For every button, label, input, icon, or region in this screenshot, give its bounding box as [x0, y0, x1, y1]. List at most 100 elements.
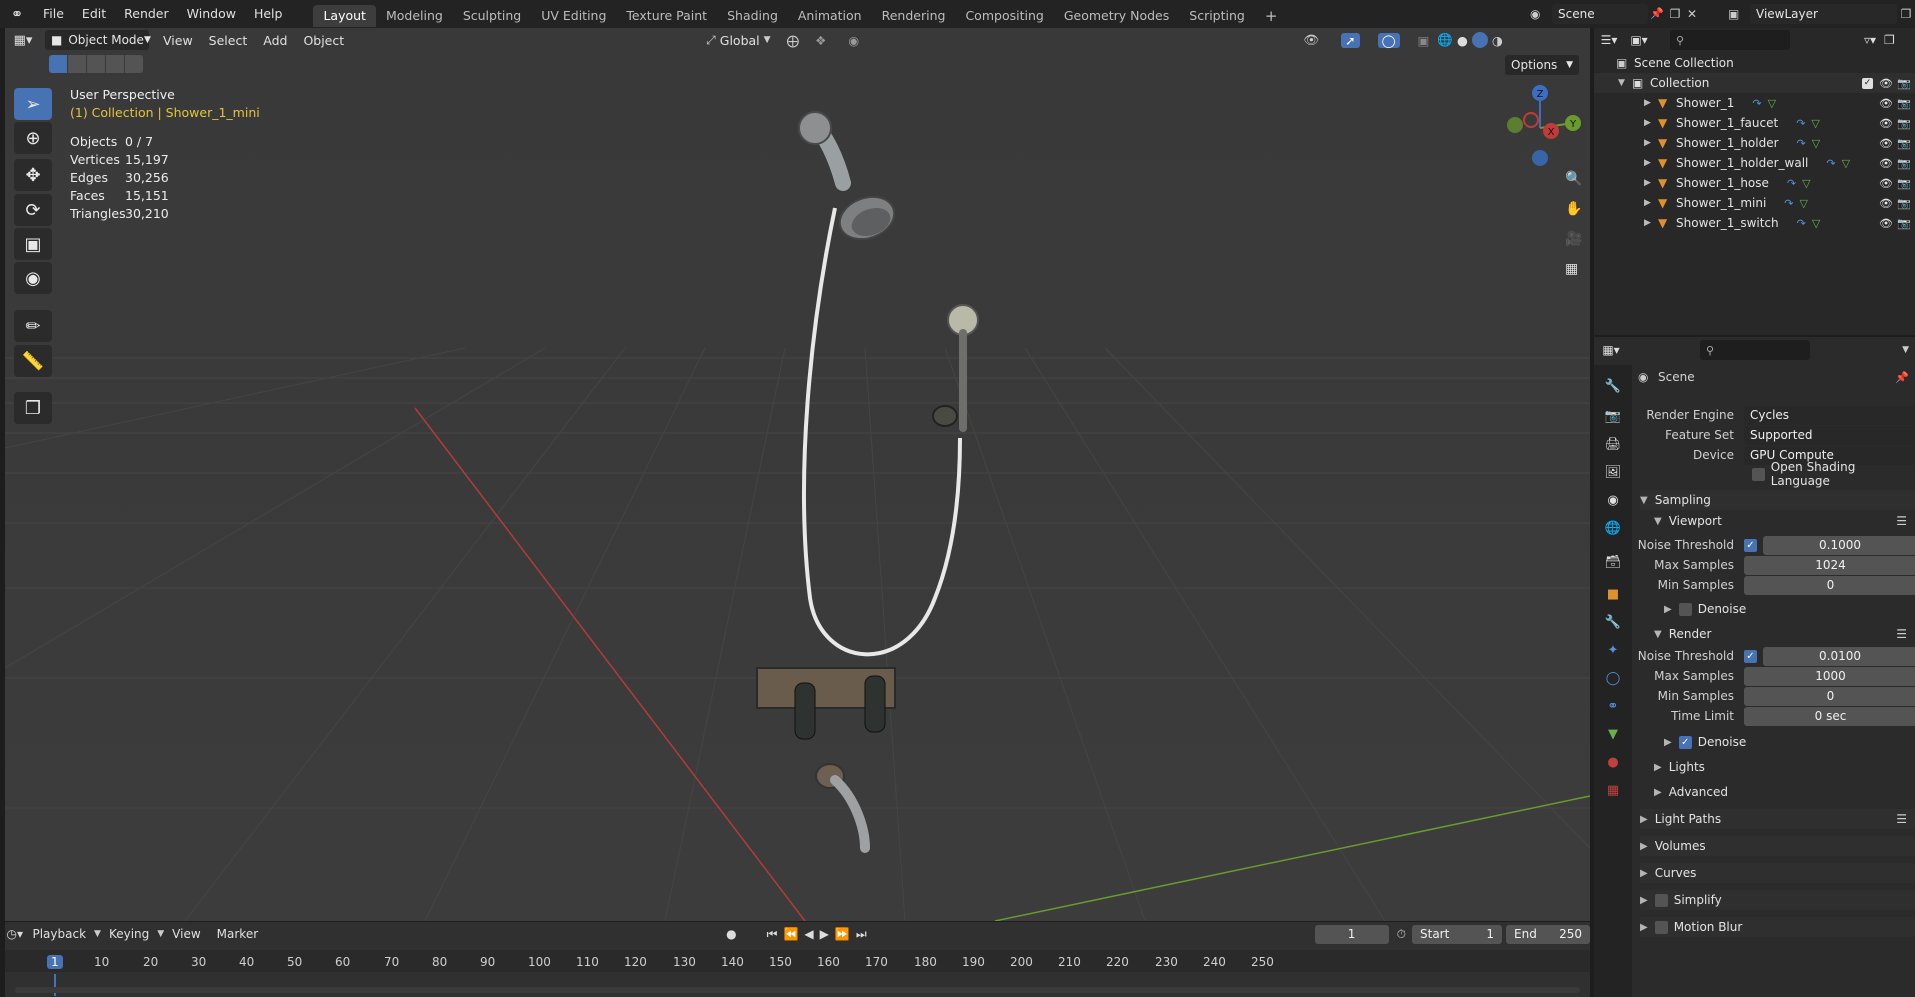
- camera-icon[interactable]: 📷: [1897, 197, 1915, 210]
- expand-arrow-icon[interactable]: ▶: [1644, 158, 1658, 168]
- render-noise-threshold-checkbox[interactable]: ✓: [1744, 649, 1757, 663]
- ortho-grid-icon[interactable]: ▦: [1565, 261, 1578, 277]
- menu-window[interactable]: Window: [178, 0, 245, 28]
- view-layer-tab-icon[interactable]: 🖼: [1602, 461, 1624, 483]
- display-mode-icon[interactable]: ▣▾: [1624, 33, 1654, 47]
- material-shading-icon[interactable]: [1471, 32, 1488, 48]
- outliner-object-row[interactable]: ▶ ▼ Shower_1 ↷ ▽ 👁 📷: [1594, 93, 1915, 113]
- osl-checkbox[interactable]: [1752, 467, 1765, 481]
- camera-icon[interactable]: 📷: [1897, 137, 1915, 150]
- data-tab-icon[interactable]: ▼: [1602, 723, 1624, 745]
- expand-arrow-icon[interactable]: ▶: [1644, 178, 1658, 188]
- viewlayer-selector[interactable]: ▣ ViewLayer ❐: [1728, 3, 1915, 24]
- view-menu[interactable]: View: [155, 33, 201, 48]
- camera-icon[interactable]: 📷: [1897, 217, 1915, 230]
- rendered-shading-icon[interactable]: ◑: [1492, 33, 1503, 48]
- play-icon[interactable]: ▶: [820, 927, 829, 941]
- outliner-object-row[interactable]: ▶ ▼ Shower_1_hose ↷ ▽ 👁 📷: [1594, 173, 1915, 193]
- tab-rendering[interactable]: Rendering: [872, 5, 956, 27]
- curves-panel-header[interactable]: ▶ Curves: [1640, 863, 1915, 883]
- viewlayer-name-field[interactable]: ViewLayer: [1750, 3, 1897, 24]
- light-paths-panel-header[interactable]: ▶ Light Paths ☰: [1640, 809, 1915, 829]
- viewport-max-samples-field[interactable]: 1024: [1744, 555, 1915, 575]
- new-collection-icon[interactable]: ❐: [1884, 33, 1895, 47]
- outliner-object-row[interactable]: ▶ ▼ Shower_1_holder_wall ↷ ▽ 👁 📷: [1594, 153, 1915, 173]
- eye-icon[interactable]: 👁: [1879, 97, 1897, 110]
- viewport-noise-threshold-checkbox[interactable]: ✓: [1744, 538, 1757, 552]
- overlay-toggle-icon[interactable]: ◯: [1377, 32, 1400, 48]
- feature-set-dropdown[interactable]: Supported: [1744, 425, 1915, 445]
- eye-icon[interactable]: 👁: [1879, 137, 1897, 150]
- shower-model[interactable]: [5, 28, 1590, 921]
- scale-tool[interactable]: ▣: [14, 228, 52, 260]
- outliner[interactable]: ☰▾ ▣▾ ⚲ ▿▾ ❐ ▣ Scene Collection ▼ ▣ Coll…: [1594, 28, 1915, 335]
- select-intersect-icon[interactable]: [125, 55, 143, 73]
- eye-icon[interactable]: 👁: [1879, 157, 1897, 170]
- object-tab-icon[interactable]: ■: [1602, 583, 1624, 605]
- tab-layout[interactable]: Layout: [313, 4, 376, 27]
- pivot-icon[interactable]: ⨁: [787, 33, 800, 48]
- timeline-scrollbar[interactable]: [15, 987, 1580, 993]
- annotate-tool[interactable]: ✏: [14, 310, 52, 342]
- presets-list-icon[interactable]: ☰: [1896, 514, 1907, 528]
- editor-type-icon[interactable]: ▦▾: [5, 33, 41, 48]
- lights-subpanel-header[interactable]: ▶ Lights: [1654, 757, 1705, 777]
- add-workspace-button[interactable]: +: [1255, 5, 1288, 27]
- constraints-tab-icon[interactable]: ⚭: [1602, 695, 1624, 717]
- timeline-view-menu[interactable]: View: [164, 927, 208, 941]
- render-max-samples-field[interactable]: 1000: [1744, 666, 1915, 686]
- menu-help[interactable]: Help: [245, 0, 292, 28]
- keying-menu[interactable]: Keying: [101, 927, 157, 941]
- scene-selector[interactable]: ◉ Scene 📌 ❐ ✕: [1530, 3, 1700, 24]
- presets-list-icon[interactable]: ☰: [1896, 627, 1907, 641]
- physics-tab-icon[interactable]: ◯: [1602, 667, 1624, 689]
- gizmo-toggle-icon[interactable]: ➚: [1341, 32, 1360, 48]
- add-menu[interactable]: Add: [255, 33, 295, 48]
- eye-icon[interactable]: 👁: [1879, 177, 1897, 190]
- frame-end-field[interactable]: End 250: [1506, 924, 1590, 944]
- menu-render[interactable]: Render: [115, 0, 178, 28]
- expand-arrow-icon[interactable]: ▶: [1644, 198, 1658, 208]
- proportional-edit-icon[interactable]: ◉: [848, 33, 859, 48]
- select-new-icon[interactable]: [49, 55, 67, 73]
- play-reverse-icon[interactable]: ◀: [804, 927, 813, 941]
- advanced-subpanel-header[interactable]: ▶ Advanced: [1654, 782, 1728, 802]
- select-invert-icon[interactable]: [106, 55, 124, 73]
- clock-editor-icon[interactable]: ◷▾: [5, 927, 24, 941]
- remove-scene-icon[interactable]: ✕: [1684, 7, 1700, 21]
- viewport-noise-threshold-field[interactable]: 0.1000: [1763, 535, 1915, 555]
- simplify-panel-header[interactable]: ▶ Simplify: [1640, 890, 1915, 910]
- tab-sculpting[interactable]: Sculpting: [453, 5, 531, 27]
- motion-blur-checkbox[interactable]: [1654, 920, 1668, 934]
- eye-icon[interactable]: 👁: [1879, 77, 1897, 90]
- world-tab-icon[interactable]: 🌐: [1602, 517, 1624, 539]
- osl-checkbox-row[interactable]: Open Shading Language: [1752, 460, 1915, 488]
- tab-compositing[interactable]: Compositing: [955, 5, 1053, 27]
- marker-menu[interactable]: Marker: [209, 927, 266, 941]
- properties-search-input[interactable]: ⚲: [1700, 340, 1810, 360]
- render-tab-icon[interactable]: 📷: [1602, 405, 1624, 427]
- wireframe-shading-icon[interactable]: 🌐: [1437, 32, 1453, 48]
- playback-menu[interactable]: Playback: [24, 927, 94, 941]
- scene-collection-row[interactable]: ▣ Scene Collection: [1594, 53, 1915, 73]
- filter-icon[interactable]: ▿▾: [1864, 33, 1876, 47]
- tab-geometry-nodes[interactable]: Geometry Nodes: [1054, 5, 1179, 27]
- camera-icon[interactable]: 📷: [1897, 157, 1915, 170]
- viewport-denoise-header[interactable]: ▶ Denoise: [1664, 599, 1746, 619]
- select-subtract-icon[interactable]: [87, 55, 105, 73]
- viewport-subpanel-header[interactable]: ▼ Viewport ☰: [1654, 511, 1915, 531]
- properties-editor[interactable]: ▦▾ ⚲ ▼ 🔧 📷 🖨 🖼 ◉ 🌐 🗃 ■ 🔧 ✦ ◯ ⚭ ▼ ● ▦ ◉ S…: [1594, 337, 1915, 997]
- timeline[interactable]: ◷▾ Playback ▼ Keying ▼ View Marker ● ⏮ ⏪…: [5, 922, 1590, 997]
- particles-tab-icon[interactable]: ✦: [1602, 639, 1624, 661]
- navigation-gizmo[interactable]: Z Y X: [1495, 83, 1585, 173]
- viewport-min-samples-field[interactable]: 0: [1744, 575, 1915, 595]
- render-subpanel-header[interactable]: ▼ Render ☰: [1654, 624, 1915, 644]
- expand-arrow-icon[interactable]: ▼: [1618, 78, 1632, 88]
- collection-row[interactable]: ▼ ▣ Collection ✓ 👁 📷: [1594, 73, 1915, 93]
- frame-start-field[interactable]: Start 1: [1412, 924, 1502, 944]
- menu-edit[interactable]: Edit: [73, 0, 115, 28]
- simplify-checkbox[interactable]: [1654, 893, 1668, 907]
- 3d-viewport[interactable]: ▦▾ ■ Object Mode ▼ View Select Add Objec…: [5, 28, 1590, 921]
- camera-icon[interactable]: 📷: [1897, 177, 1915, 190]
- eye-icon[interactable]: 👁: [1879, 217, 1897, 230]
